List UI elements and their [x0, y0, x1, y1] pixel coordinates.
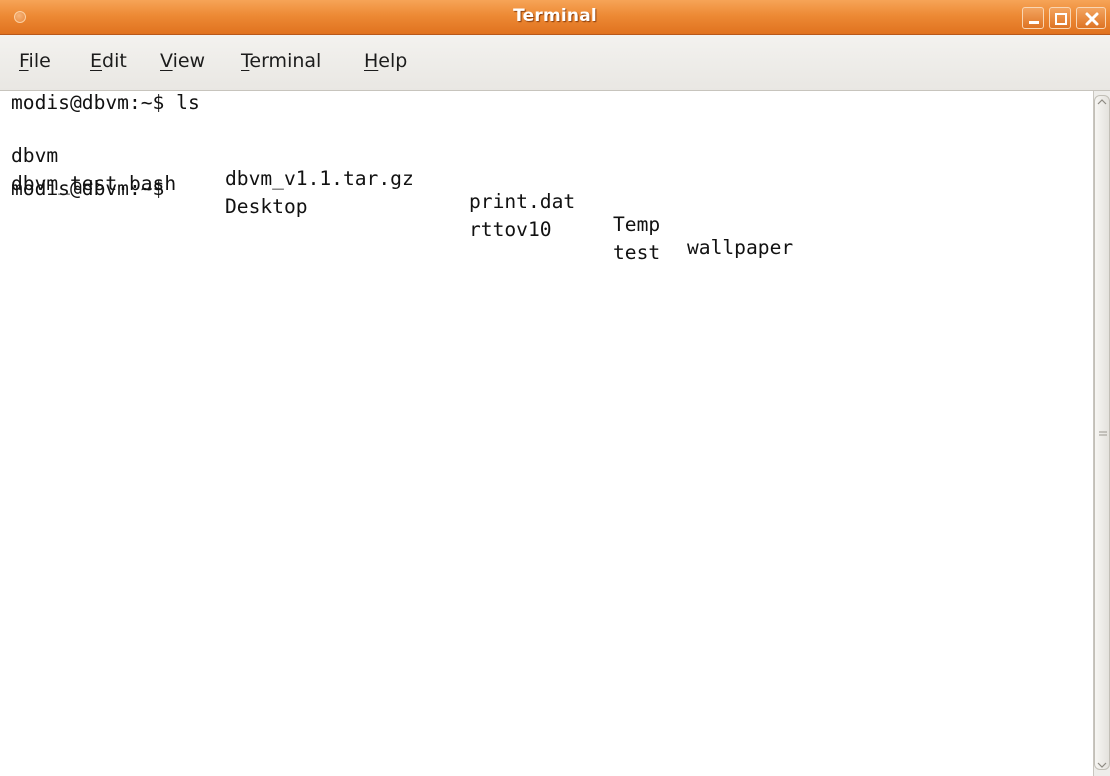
- ls-entry: wallpaper: [687, 236, 794, 259]
- ls-entry: rttov10: [469, 218, 552, 241]
- menu-help-label: elp: [378, 50, 408, 72]
- command-line: modis@dbvm:~$ ls: [11, 91, 200, 114]
- close-icon: [1085, 12, 1099, 26]
- menu-terminal-label: erminal: [249, 50, 322, 72]
- menu-terminal[interactable]: Terminal: [241, 50, 321, 72]
- ls-entry: print.dat: [469, 190, 576, 213]
- grip-icon: [1099, 431, 1107, 436]
- command: ls: [164, 91, 200, 114]
- current-prompt: modis@dbvm:~$: [11, 177, 165, 200]
- vertical-scrollbar[interactable]: [1093, 91, 1110, 776]
- window-title: Terminal: [513, 6, 597, 26]
- ls-entry: Desktop: [225, 195, 308, 218]
- menu-file[interactable]: File: [19, 50, 51, 72]
- terminal-output[interactable]: modis@dbvm:~$ ls dbvm dbvm_v1.1.tar.gz p…: [0, 91, 1093, 776]
- ls-entry: dbvm_v1.1.tar.gz: [225, 167, 414, 190]
- menu-file-mnemonic: F: [19, 50, 29, 72]
- menu-edit-mnemonic: E: [90, 50, 103, 72]
- ls-entry: Temp: [613, 213, 661, 236]
- maximize-icon: [1055, 13, 1067, 25]
- menu-edit[interactable]: Edit: [90, 50, 127, 72]
- scroll-down-icon[interactable]: [1094, 756, 1110, 776]
- ls-entry: test: [613, 241, 661, 264]
- menu-file-label: ile: [28, 50, 51, 72]
- prompt: modis@dbvm:~$: [11, 91, 165, 114]
- ls-output-row: dbvm_test.bash Desktop rttov10 test: [11, 149, 660, 287]
- window-titlebar[interactable]: Terminal: [0, 0, 1110, 35]
- current-prompt-line: modis@dbvm:~$: [11, 177, 164, 200]
- menu-help-mnemonic: H: [364, 50, 379, 72]
- menu-view-label: iew: [172, 50, 206, 72]
- minimize-button[interactable]: [1022, 7, 1044, 29]
- menu-view[interactable]: View: [160, 50, 205, 72]
- minimize-icon: [1029, 21, 1039, 24]
- menu-edit-label: dit: [102, 50, 127, 72]
- close-button[interactable]: [1076, 7, 1106, 29]
- scroll-up-icon[interactable]: [1094, 91, 1110, 111]
- menu-bar: File Edit View Terminal Help: [0, 35, 1110, 91]
- menu-view-mnemonic: V: [160, 50, 173, 72]
- maximize-button[interactable]: [1049, 7, 1071, 29]
- menu-help[interactable]: Help: [364, 50, 407, 72]
- scrollbar-thumb[interactable]: [1094, 95, 1110, 770]
